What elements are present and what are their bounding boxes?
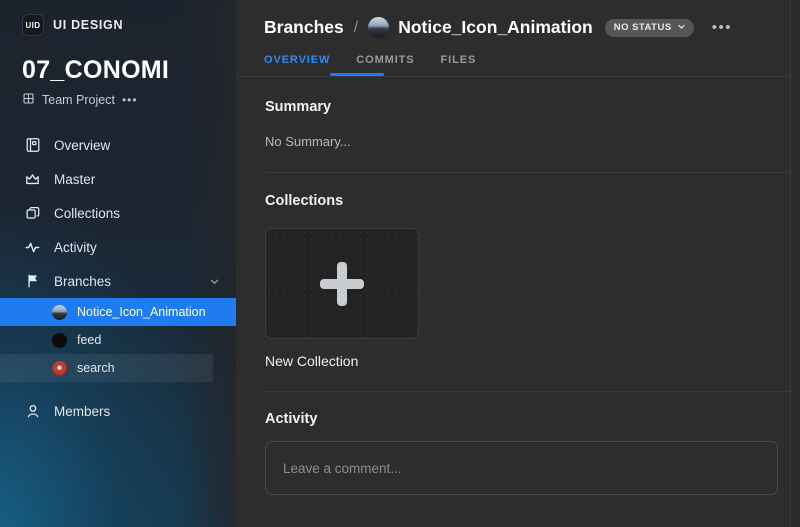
brand-name: UI DESIGN bbox=[53, 18, 124, 32]
sidebar-item-master[interactable]: Master bbox=[0, 162, 236, 196]
status-badge-label: NO STATUS bbox=[613, 22, 672, 33]
branch-item-label: search bbox=[77, 361, 115, 375]
activity-section: Activity bbox=[236, 392, 800, 427]
page-title: Notice_Icon_Animation bbox=[398, 17, 593, 37]
branch-item-feed[interactable]: feed bbox=[0, 326, 236, 354]
tab-bar: OVERVIEW COMMITS FILES bbox=[236, 38, 800, 76]
uid-logo-icon: UID bbox=[22, 14, 44, 36]
right-edge-strip bbox=[790, 0, 800, 527]
sidebar-item-branches[interactable]: Branches bbox=[0, 264, 236, 298]
branch-item-label: feed bbox=[77, 333, 102, 347]
activity-icon bbox=[24, 239, 41, 256]
project-meta-label: Team Project bbox=[42, 93, 115, 107]
summary-section: Summary No Summary... bbox=[236, 77, 800, 149]
chevron-down-icon bbox=[677, 22, 686, 34]
plus-icon bbox=[320, 261, 364, 306]
status-badge[interactable]: NO STATUS bbox=[604, 18, 694, 37]
sidebar-item-activity[interactable]: Activity bbox=[0, 230, 236, 264]
avatar bbox=[52, 360, 67, 376]
brand-header[interactable]: UID UI DESIGN bbox=[0, 0, 236, 36]
person-icon bbox=[24, 403, 41, 420]
overview-icon bbox=[24, 137, 41, 154]
avatar bbox=[52, 332, 67, 348]
branch-icon bbox=[24, 273, 41, 290]
sidebar-item-label: Collections bbox=[54, 205, 121, 221]
sidebar-item-overview[interactable]: Overview bbox=[0, 128, 236, 162]
sidebar-item-members[interactable]: Members bbox=[0, 394, 236, 428]
avatar bbox=[368, 17, 390, 38]
sidebar-nav: Overview Master Collections Activity Bra… bbox=[0, 128, 236, 428]
comment-input[interactable]: Leave a comment... bbox=[265, 441, 778, 495]
collections-section: Collections New Collection bbox=[236, 173, 800, 369]
crown-icon bbox=[24, 171, 41, 188]
branch-item-notice-icon-animation[interactable]: Notice_Icon_Animation bbox=[0, 298, 236, 326]
chevron-down-icon[interactable] bbox=[209, 276, 220, 287]
breadcrumb-root-link[interactable]: Branches bbox=[264, 17, 344, 38]
sidebar-item-collections[interactable]: Collections bbox=[0, 196, 236, 230]
breadcrumb-separator: / bbox=[353, 18, 359, 36]
app-window: UID UI DESIGN 07_CONOMI Team Project ••• bbox=[0, 0, 800, 527]
header-more-button[interactable]: ••• bbox=[712, 20, 732, 35]
sidebar: UID UI DESIGN 07_CONOMI Team Project ••• bbox=[0, 0, 236, 527]
project-meta: Team Project ••• bbox=[0, 85, 236, 108]
tab-overview[interactable]: OVERVIEW bbox=[264, 54, 330, 76]
collections-heading: Collections bbox=[265, 193, 344, 209]
main-panel: Branches / Notice_Icon_Animation NO STAT… bbox=[236, 0, 800, 527]
project-more-button[interactable]: ••• bbox=[122, 93, 138, 107]
branch-item-search[interactable]: search bbox=[0, 354, 213, 382]
branch-item-label: Notice_Icon_Animation bbox=[77, 305, 206, 319]
activity-heading: Activity bbox=[265, 411, 318, 427]
building-icon bbox=[22, 92, 35, 108]
sidebar-item-label: Members bbox=[54, 403, 111, 419]
summary-text: No Summary... bbox=[265, 134, 351, 149]
new-collection-tile[interactable] bbox=[265, 228, 419, 339]
tab-files[interactable]: FILES bbox=[441, 54, 477, 76]
project-title: 07_CONOMI bbox=[22, 56, 170, 84]
collections-icon bbox=[24, 205, 41, 222]
breadcrumb: Branches / Notice_Icon_Animation NO STAT… bbox=[236, 0, 800, 38]
new-collection-label: New Collection bbox=[265, 353, 359, 369]
summary-heading: Summary bbox=[265, 99, 332, 115]
sidebar-item-label: Master bbox=[54, 171, 96, 187]
sidebar-item-label: Branches bbox=[54, 273, 112, 289]
avatar bbox=[52, 304, 67, 320]
sidebar-item-label: Activity bbox=[54, 239, 97, 255]
main-scroll-area[interactable]: Branches / Notice_Icon_Animation NO STAT… bbox=[236, 0, 800, 527]
branch-sublist: Notice_Icon_Animation feed search bbox=[0, 298, 236, 382]
sidebar-item-label: Overview bbox=[54, 137, 111, 153]
